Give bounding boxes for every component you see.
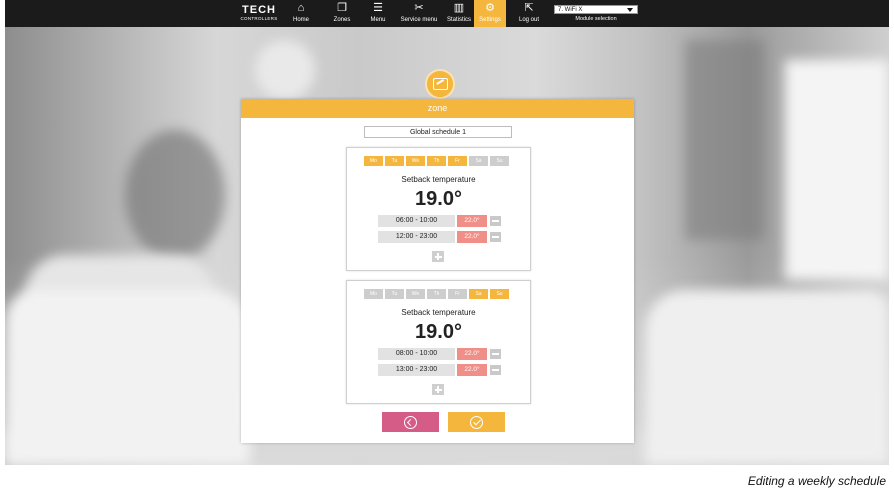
period-temperature[interactable]: 22.0° — [457, 348, 487, 360]
time-period: 06:00 - 10:00 22.0° — [378, 215, 504, 227]
zone-dialog: zone Global schedule 1 Mo Tu We Th Fr Sa… — [241, 99, 634, 443]
logout-icon: ⇱ — [524, 2, 534, 14]
remove-period-icon[interactable] — [490, 232, 501, 242]
day-toggle[interactable]: Th — [427, 289, 446, 299]
nav-log-out-label: Log out — [518, 17, 540, 23]
logo-subtext: CONTROLLERS — [240, 16, 278, 21]
settings-icon: ⚙ — [485, 2, 495, 14]
setback-title: Setback temperature — [401, 175, 476, 184]
schedule-card: Mo Tu We Th Fr Sa Su Setback temperature… — [346, 280, 531, 404]
nav-statistics[interactable]: ▥ Statistics — [442, 0, 476, 27]
background-window — [685, 40, 765, 240]
tech-logo: TECH CONTROLLERS — [235, 5, 283, 23]
day-toggle[interactable]: Fr — [448, 289, 467, 299]
app-screenshot: TECH CONTROLLERS ⌂ Home ❐ Zones ☰ Menu ✂… — [5, 0, 889, 465]
background-sofa — [5, 290, 250, 465]
module-selected-value: 7. WiFi X — [558, 7, 583, 13]
schedule-card: Mo Tu We Th Fr Sa Su Setback temperature… — [346, 147, 531, 271]
nav-menu[interactable]: ☰ Menu — [365, 0, 391, 27]
nav-settings-label: Settings — [479, 17, 501, 23]
day-toggle[interactable]: Su — [490, 156, 509, 166]
nav-statistics-label: Statistics — [446, 17, 471, 23]
top-navigation-bar: TECH CONTROLLERS ⌂ Home ❐ Zones ☰ Menu ✂… — [5, 0, 889, 27]
period-temperature[interactable]: 22.0° — [457, 215, 487, 227]
period-time-range[interactable]: 08:00 - 10:00 — [378, 348, 455, 360]
chevron-down-icon — [627, 8, 633, 12]
background-lamp — [255, 40, 315, 100]
day-toggle[interactable]: Su — [490, 289, 509, 299]
add-period-icon[interactable] — [432, 251, 444, 262]
monitor-icon — [432, 78, 448, 90]
day-toggle[interactable]: Tu — [385, 156, 404, 166]
time-period: 08:00 - 10:00 22.0° — [378, 348, 504, 360]
day-toggle[interactable]: We — [406, 156, 425, 166]
module-selection-label: Module selection — [575, 16, 617, 22]
day-toggle[interactable]: Fr — [448, 156, 467, 166]
day-toggle[interactable]: Sa — [469, 289, 488, 299]
period-time-range[interactable]: 13:00 - 23:00 — [378, 364, 455, 376]
day-toggle[interactable]: We — [406, 289, 425, 299]
time-period: 13:00 - 23:00 22.0° — [378, 364, 504, 376]
period-time-range[interactable]: 12:00 - 23:00 — [378, 231, 455, 243]
nav-service-menu[interactable]: ✂ Service menu — [397, 0, 441, 27]
nav-menu-label: Menu — [370, 17, 386, 23]
nav-home-label: Home — [292, 17, 309, 23]
nav-zones[interactable]: ❐ Zones — [327, 0, 357, 27]
background-window — [785, 60, 889, 280]
remove-period-icon[interactable] — [490, 349, 501, 359]
remove-period-icon[interactable] — [490, 216, 501, 226]
day-toggle[interactable]: Mo — [364, 289, 383, 299]
time-period: 12:00 - 23:00 22.0° — [378, 231, 504, 243]
nav-settings[interactable]: ⚙ Settings — [474, 0, 506, 27]
period-time-range[interactable]: 06:00 - 10:00 — [378, 215, 455, 227]
remove-period-icon[interactable] — [490, 365, 501, 375]
zones-icon: ❐ — [337, 2, 347, 14]
figure-caption: Editing a weekly schedule — [747, 474, 886, 488]
zone-edit-icon — [425, 69, 455, 99]
menu-icon: ☰ — [373, 2, 383, 14]
nav-service-menu-label: Service menu — [400, 17, 438, 23]
checkmark-icon — [470, 415, 483, 429]
setback-temperature-value[interactable]: 19.0° — [347, 188, 530, 211]
day-toggle[interactable]: Tu — [385, 289, 404, 299]
dialog-header: zone — [241, 99, 634, 118]
module-select[interactable]: 7. WiFi X — [554, 5, 638, 14]
logo-text: TECH — [242, 4, 276, 16]
nav-zones-label: Zones — [333, 17, 351, 23]
background-plant — [125, 130, 225, 260]
schedule-name-field[interactable]: Global schedule 1 — [364, 126, 512, 138]
day-selector: Mo Tu We Th Fr Sa Su — [364, 156, 509, 166]
day-toggle[interactable]: Th — [427, 156, 446, 166]
module-selector: 7. WiFi X Module selection — [554, 5, 638, 25]
setback-title: Setback temperature — [401, 308, 476, 317]
day-toggle[interactable]: Sa — [469, 156, 488, 166]
back-arrow-icon — [404, 415, 417, 429]
setback-temperature-value[interactable]: 19.0° — [347, 321, 530, 344]
nav-log-out[interactable]: ⇱ Log out — [514, 0, 544, 27]
day-toggle[interactable]: Mo — [364, 156, 383, 166]
nav-home[interactable]: ⌂ Home — [288, 0, 314, 27]
period-temperature[interactable]: 22.0° — [457, 364, 487, 376]
background-sofa — [645, 290, 889, 465]
service-icon: ✂ — [414, 2, 424, 14]
day-selector: Mo Tu We Th Fr Sa Su — [364, 289, 509, 299]
add-period-icon[interactable] — [432, 384, 444, 395]
back-button[interactable] — [382, 412, 439, 432]
confirm-button[interactable] — [448, 412, 505, 432]
statistics-icon: ▥ — [453, 2, 465, 14]
period-temperature[interactable]: 22.0° — [457, 231, 487, 243]
home-icon: ⌂ — [297, 2, 305, 14]
